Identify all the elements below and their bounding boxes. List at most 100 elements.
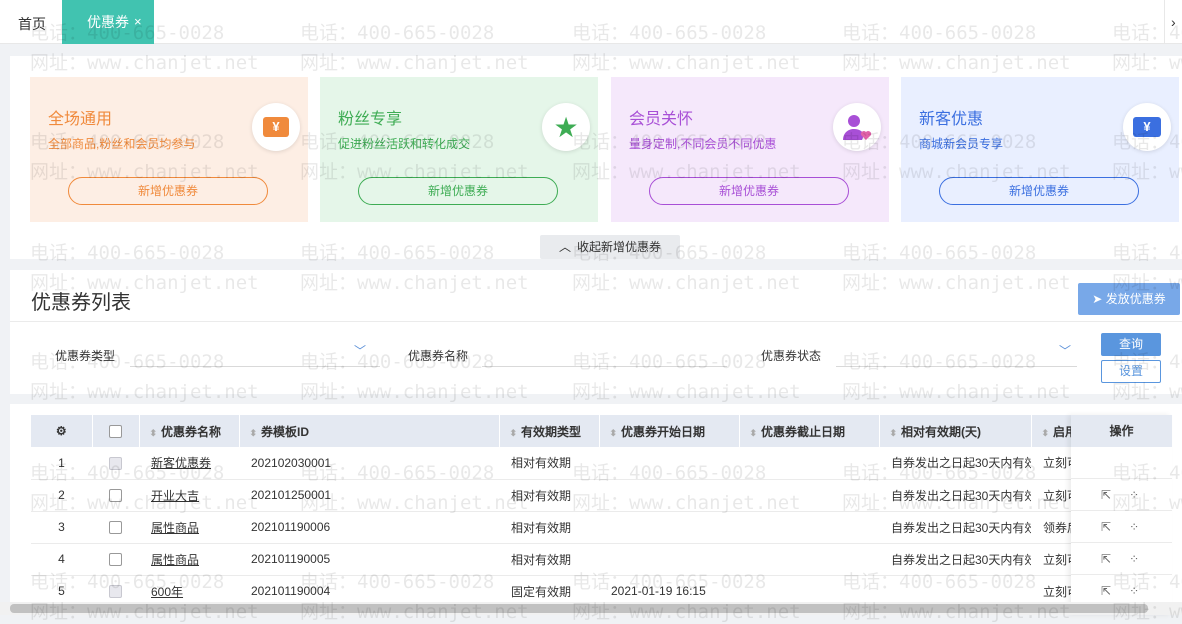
- header-operations: 操作: [1071, 415, 1172, 447]
- issue-coupon-button[interactable]: ➤ 发放优惠券: [1078, 283, 1180, 315]
- tab-coupon-label: 优惠券: [87, 14, 129, 30]
- query-button[interactable]: 查询: [1101, 333, 1161, 356]
- header-template-id[interactable]: ⬍ 券模板ID: [239, 415, 500, 447]
- operations-row: ⇱ ⁘: [1071, 511, 1172, 543]
- column-settings-icon[interactable]: ⚙: [31, 415, 93, 447]
- ticket-icon: ¥: [252, 103, 300, 151]
- share-icon[interactable]: ⇱: [1101, 488, 1111, 502]
- operations-row: [1071, 447, 1172, 479]
- header-coupon-name[interactable]: ⬍ 优惠券名称: [139, 415, 240, 447]
- coupon-list-panel: 优惠券列表 ➤ 发放优惠券 优惠券类型 ﹀ 优惠券名称 优惠券状态 ﹀ 查询 设…: [10, 270, 1182, 394]
- sort-icon[interactable]: ⬍: [150, 428, 158, 438]
- share-icon[interactable]: ⇱: [1101, 552, 1111, 566]
- coupon-name-link[interactable]: 属性商品: [139, 511, 239, 544]
- row-checkbox[interactable]: [109, 553, 122, 567]
- chevron-down-icon[interactable]: ﹀: [354, 342, 366, 359]
- add-coupon-button[interactable]: 新增优惠券: [649, 177, 849, 205]
- end-date-cell: [739, 479, 879, 512]
- card-fans: 粉丝专享 促进粉丝活跃和转化成交 ★ 新增优惠券: [320, 77, 598, 222]
- coupon-type-label: 优惠券类型: [55, 349, 116, 363]
- close-icon[interactable]: ×: [134, 0, 142, 44]
- sort-icon[interactable]: ⬍: [610, 428, 618, 438]
- coupon-name-link[interactable]: 属性商品: [139, 543, 239, 576]
- table-row[interactable]: 2 开业大吉 202101250001 相对有效期 自券发出之日起30天内有效 立刻可用: [31, 479, 1172, 512]
- sort-icon[interactable]: ⬍: [890, 428, 898, 438]
- start-date-cell: [599, 479, 739, 512]
- validity-type-cell: 相对有效期: [499, 511, 599, 544]
- sort-icon[interactable]: ⬍: [250, 428, 258, 438]
- scrollbar-thumb[interactable]: [10, 604, 1148, 613]
- add-coupon-button[interactable]: 新增优惠券: [939, 177, 1139, 205]
- start-date-cell: [599, 543, 739, 576]
- end-date-cell: [739, 543, 879, 576]
- card-new-customer: 新客优惠 商城新会员专享 ¥ 新增优惠券: [901, 77, 1179, 222]
- header-end-date[interactable]: ⬍ 优惠券截止日期: [739, 415, 880, 447]
- card-member: 会员关怀 量身定制,不同会员不同优惠 新增优惠券: [611, 77, 889, 222]
- validity-type-cell: 相对有效期: [499, 543, 599, 576]
- sort-icon[interactable]: ⬍: [510, 428, 518, 438]
- start-date-cell: [599, 447, 739, 480]
- row-index: 2: [31, 479, 92, 512]
- row-checkbox[interactable]: [109, 521, 122, 535]
- yuan-card-icon: ¥: [1123, 103, 1171, 151]
- send-icon: ➤: [1092, 292, 1106, 306]
- card-title: 新客优惠: [919, 111, 984, 128]
- row-checkbox-cell: [92, 543, 139, 576]
- relative-validity-cell: 自券发出之日起30天内有效: [879, 511, 1031, 544]
- header-relative-validity[interactable]: ⬍ 相对有效期(天): [879, 415, 1032, 447]
- end-date-cell: [739, 447, 879, 480]
- collapse-add-coupon-button[interactable]: ︿ 收起新增优惠券: [540, 235, 680, 259]
- row-index: 1: [31, 447, 92, 480]
- row-checkbox[interactable]: [109, 585, 122, 599]
- table-row[interactable]: 1 新客优惠券 202102030001 相对有效期 自券发出之日起30天内有效 立刻可用: [31, 447, 1172, 480]
- chevron-up-icon: ︿: [558, 240, 571, 254]
- member-icon: [833, 103, 881, 151]
- card-desc: 促进粉丝活跃和转化成交: [338, 137, 471, 151]
- qrcode-icon[interactable]: ⁘: [1129, 488, 1139, 502]
- horizontal-scrollbar[interactable]: [0, 602, 1182, 615]
- header-start-date[interactable]: ⬍ 优惠券开始日期: [599, 415, 740, 447]
- sort-icon[interactable]: ⬍: [750, 428, 758, 438]
- share-icon[interactable]: ⇱: [1101, 520, 1111, 534]
- add-coupon-button[interactable]: 新增优惠券: [68, 177, 268, 205]
- coupon-name-input[interactable]: [482, 366, 727, 367]
- page-title: 优惠券列表: [31, 292, 131, 314]
- card-desc: 全部商品,粉丝和会员均参与: [48, 137, 196, 151]
- qrcode-icon[interactable]: ⁘: [1129, 520, 1139, 534]
- coupon-name-label: 优惠券名称: [408, 349, 469, 363]
- chevron-right-icon[interactable]: ›: [1164, 0, 1182, 44]
- table-row[interactable]: 4 属性商品 202101190005 相对有效期 自券发出之日起30天内有效 立刻可用: [31, 543, 1172, 576]
- row-index: 3: [31, 511, 92, 544]
- issue-coupon-label: 发放优惠券: [1105, 292, 1166, 306]
- table-row[interactable]: 3属性商品202101190006相对有效期自券发出之日起30天内有效领券后可用: [31, 511, 1172, 544]
- row-checkbox[interactable]: [109, 456, 122, 470]
- operations-row: ⇱ ⁘: [1071, 543, 1172, 575]
- coupon-status-select[interactable]: [836, 366, 1077, 367]
- qrcode-icon[interactable]: ⁘: [1129, 552, 1139, 566]
- tab-coupon[interactable]: 优惠券 ×: [62, 0, 154, 44]
- divider: [10, 321, 1182, 322]
- relative-validity-cell: 自券发出之日起30天内有效: [879, 447, 1031, 480]
- template-id-cell: 202101250001: [239, 479, 499, 512]
- select-all-checkbox[interactable]: [92, 415, 140, 447]
- settings-button[interactable]: 设置: [1101, 360, 1161, 383]
- add-coupon-button[interactable]: 新增优惠券: [358, 177, 558, 205]
- template-id-cell: 202101190006: [239, 511, 499, 544]
- row-checkbox-cell: [92, 479, 139, 512]
- sort-icon[interactable]: ⬍: [1042, 428, 1050, 438]
- coupon-type-select[interactable]: [130, 366, 380, 367]
- qrcode-icon[interactable]: ⁘: [1129, 584, 1139, 598]
- row-checkbox[interactable]: [109, 489, 122, 503]
- relative-validity-cell: 自券发出之日起30天内有效: [879, 543, 1031, 576]
- share-icon[interactable]: ⇱: [1101, 584, 1111, 598]
- header-validity-type[interactable]: ⬍ 有效期类型: [499, 415, 600, 447]
- validity-type-cell: 相对有效期: [499, 447, 599, 480]
- checkbox[interactable]: [109, 425, 122, 439]
- coupon-name-link[interactable]: 新客优惠券: [139, 447, 239, 480]
- table-header-row: ⚙ ⬍ 优惠券名称 ⬍ 券模板ID ⬍ 有效期类型 ⬍ 优惠券开始日期 ⬍ 优惠券截止日期…: [31, 415, 1173, 447]
- row-index: 4: [31, 543, 92, 576]
- coupon-name-link[interactable]: 开业大吉: [139, 479, 239, 512]
- template-id-cell: 202101190005: [239, 543, 499, 576]
- tab-home[interactable]: 首页: [18, 14, 46, 34]
- chevron-down-icon[interactable]: ﹀: [1059, 342, 1071, 359]
